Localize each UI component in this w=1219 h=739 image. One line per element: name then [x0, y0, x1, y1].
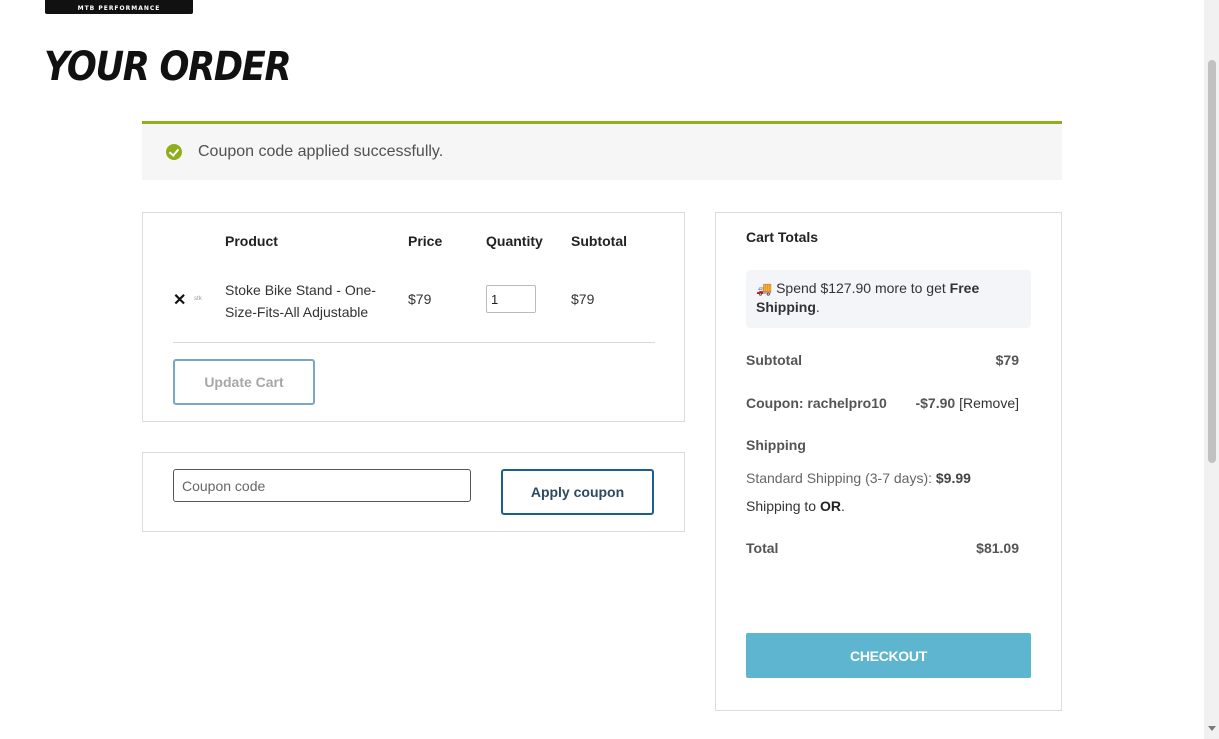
ship-to-state: OR: [819, 498, 841, 514]
apply-coupon-button[interactable]: Apply coupon: [501, 469, 654, 515]
ship-to-suffix: .: [840, 498, 845, 514]
row-divider: [173, 342, 655, 343]
subtotal-label: Subtotal: [746, 352, 802, 368]
page-title: YOUR ORDER: [44, 44, 292, 90]
shipping-cost: $9.99: [935, 470, 971, 486]
shipping-method[interactable]: Standard Shipping (3-7 days): $9.99: [746, 470, 971, 486]
site-logo[interactable]: MTB PERFORMANCE: [45, 0, 193, 14]
remove-item-icon[interactable]: ✕: [173, 290, 186, 310]
coupon-discount: -$7.90 [Remove]: [915, 395, 1019, 411]
update-cart-button[interactable]: Update Cart: [173, 359, 315, 405]
subtotal-value: $79: [995, 352, 1019, 368]
product-thumbnail[interactable]: stk: [194, 296, 202, 302]
header-product: Product: [225, 233, 278, 249]
checkout-button[interactable]: CHECKOUT: [746, 633, 1031, 678]
subtotal-cell: $79: [571, 291, 595, 307]
promo-prefix: Spend: [776, 280, 821, 296]
header-price: Price: [408, 233, 443, 249]
truck-icon: 🚚: [756, 281, 773, 296]
shipping-label: Shipping: [746, 437, 806, 453]
cart-page: MTB PERFORMANCE YOUR ORDER Coupon code a…: [0, 0, 1219, 739]
total-label: Total: [746, 540, 779, 556]
remove-coupon-link[interactable]: [Remove]: [959, 395, 1019, 411]
promo-middle: more to get: [871, 280, 950, 296]
logo-text: MTB PERFORMANCE: [77, 5, 161, 12]
promo-suffix: .: [815, 299, 820, 315]
shipping-destination: Shipping to OR.: [746, 498, 845, 514]
scroll-down-arrow-icon[interactable]: [1208, 726, 1216, 731]
notice-message: Coupon code applied successfully.: [198, 143, 444, 160]
shipping-method-name: Standard Shipping (3-7 days):: [746, 470, 936, 486]
ship-to-prefix: Shipping to: [746, 498, 820, 514]
check-circle-icon: [166, 144, 182, 160]
free-shipping-banner: 🚚 Spend $127.90 more to get Free Shippin…: [746, 270, 1031, 328]
cart-totals-panel: Cart Totals 🚚 Spend $127.90 more to get …: [715, 212, 1062, 711]
price-cell: $79: [408, 291, 432, 307]
coupon-code-input[interactable]: [173, 469, 471, 502]
coupon-amount: -$7.90: [915, 395, 956, 411]
scrollbar-thumb[interactable]: [1208, 60, 1216, 463]
success-notice: Coupon code applied successfully.: [142, 121, 1062, 180]
coupon-label: Coupon: rachelpro10: [746, 395, 887, 411]
cart-totals-title: Cart Totals: [746, 229, 819, 245]
total-value: $81.09: [976, 540, 1019, 556]
header-subtotal: Subtotal: [571, 233, 627, 249]
vertical-scrollbar[interactable]: [1204, 0, 1219, 739]
quantity-input[interactable]: [486, 285, 536, 313]
coupon-panel: Apply coupon: [142, 452, 685, 532]
promo-amount: $127.90: [820, 280, 872, 296]
header-quantity: Quantity: [486, 233, 543, 249]
product-name-link[interactable]: Stoke Bike Stand - One-Size-Fits-All Adj…: [225, 279, 385, 323]
cart-table: Product Price Quantity Subtotal ✕ stk St…: [142, 212, 685, 422]
